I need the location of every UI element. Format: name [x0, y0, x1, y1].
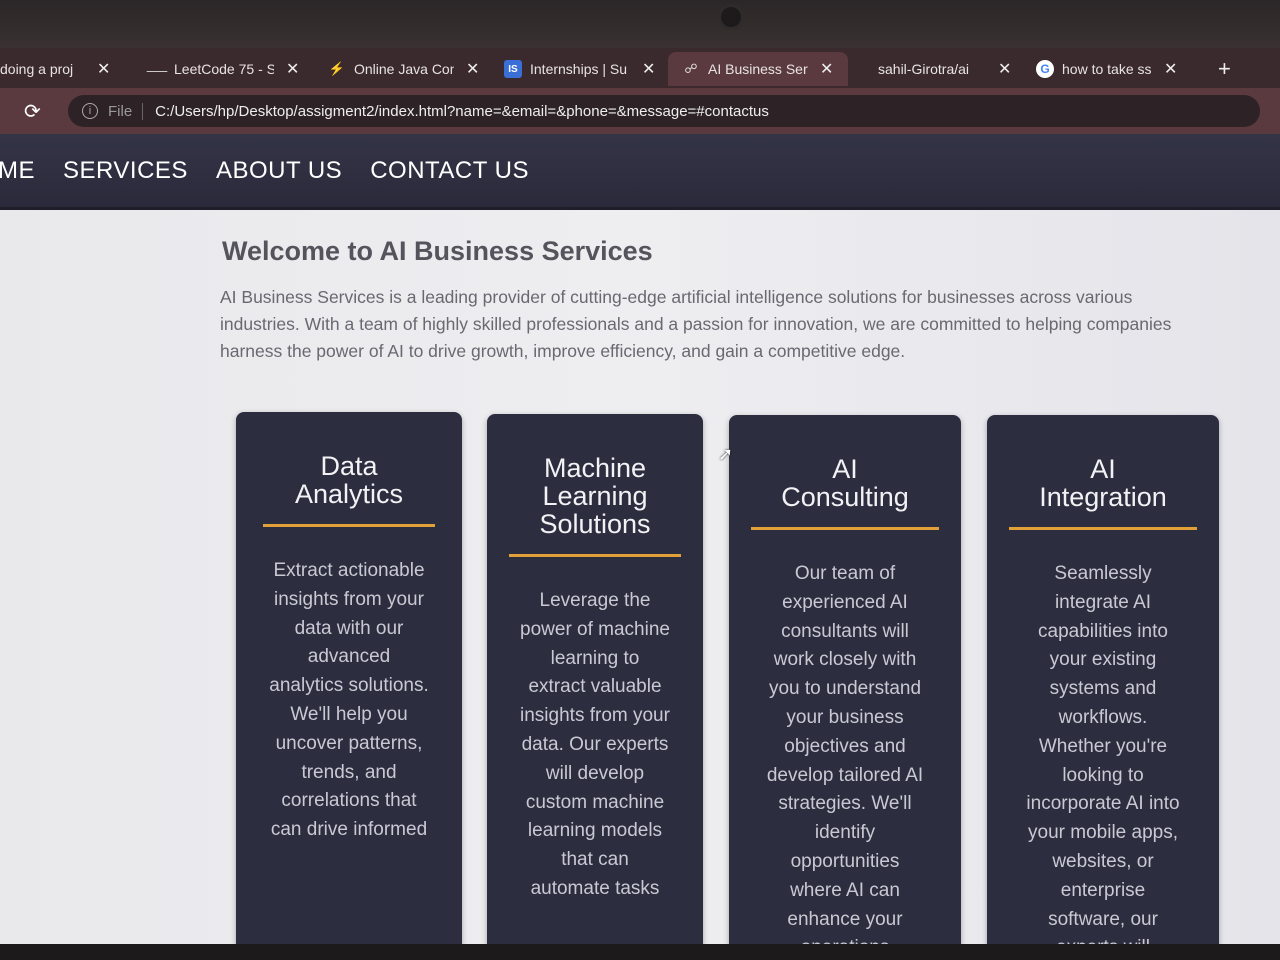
- card-divider: [751, 527, 939, 530]
- browser-tab[interactable]: ⸺ LeetCode 75 - S ✕: [130, 52, 310, 86]
- browser-tab[interactable]: ⚡ Online Java Con ✕: [310, 52, 490, 86]
- page-content: Welcome to AI Business Services AI Busin…: [0, 210, 1280, 955]
- close-icon[interactable]: ✕: [642, 59, 655, 79]
- service-card-data-analytics: Data Analytics Extract actionable insigh…: [236, 412, 462, 952]
- card-title: AI Integration: [1039, 454, 1167, 512]
- webcam: [718, 4, 744, 30]
- google-icon: G: [1036, 60, 1054, 78]
- site-navbar: ME SERVICES ABOUT US CONTACT US: [0, 134, 1280, 210]
- tab-title: Internships | Su: [530, 61, 628, 77]
- card-divider: [1009, 527, 1197, 530]
- close-icon[interactable]: ✕: [998, 59, 1011, 79]
- tab-title: sahil-Girotra/ai: [878, 61, 970, 77]
- intro-text: AI Business Services is a leading provid…: [220, 287, 1172, 361]
- card-title: AI Consulting: [781, 454, 909, 512]
- nav-home[interactable]: ME: [0, 157, 35, 185]
- close-icon[interactable]: ✕: [1164, 59, 1177, 79]
- page-title: Welcome to AI Business Services: [222, 236, 653, 266]
- service-card-machine-learning: Machine Learning Solutions Leverage the …: [487, 414, 703, 954]
- card-text: Our team of experienced AI consultants w…: [766, 563, 924, 955]
- tab-title: LeetCode 75 - S: [174, 61, 274, 77]
- close-icon[interactable]: ✕: [466, 59, 479, 79]
- card-text: Leverage the power of machine learning t…: [520, 590, 670, 899]
- tab-title: doing a proj: [0, 61, 74, 77]
- internshala-icon: IS: [504, 60, 522, 78]
- browser-tab-active[interactable]: ☍ AI Business Serv ✕: [668, 52, 848, 86]
- close-icon[interactable]: ✕: [820, 59, 833, 79]
- card-text: Extract actionable insights from your da…: [269, 560, 429, 841]
- card-text: Seamlessly integrate AI capabilities int…: [1026, 563, 1180, 955]
- service-card-ai-consulting: AI Consulting Our team of experienced AI…: [729, 415, 961, 955]
- leetcode-icon: ⸺: [146, 62, 168, 78]
- close-icon[interactable]: ✕: [97, 59, 110, 79]
- card-divider: [263, 524, 435, 527]
- laptop-bottom-bezel: [0, 944, 1280, 960]
- tab-title: Online Java Con: [354, 61, 454, 77]
- globe-icon: ☍: [684, 61, 698, 76]
- service-card-ai-integration: AI Integration Seamlessly integrate AI c…: [987, 415, 1219, 955]
- browser-tab[interactable]: G how to take ss ✕: [1028, 52, 1198, 86]
- card-divider: [509, 554, 681, 557]
- address-bar: ⟳ i File C:/Users/hp/Desktop/assigment2/…: [0, 88, 1280, 134]
- browser-tab[interactable]: doing a proj ✕: [0, 52, 130, 86]
- browser-tab[interactable]: IS Internships | Su ✕: [490, 52, 668, 86]
- mouse-cursor-icon: ➚: [718, 444, 734, 464]
- file-label: File: [108, 102, 144, 120]
- nav-about[interactable]: ABOUT US: [216, 157, 342, 185]
- nav-contact[interactable]: CONTACT US: [370, 157, 529, 185]
- nav-services[interactable]: SERVICES: [63, 157, 188, 185]
- card-title: Machine Learning Solutions: [539, 453, 651, 539]
- bolt-icon: ⚡: [328, 61, 346, 76]
- info-icon[interactable]: i: [82, 103, 98, 119]
- new-tab-icon[interactable]: +: [1218, 56, 1231, 82]
- tab-title: how to take ss: [1062, 61, 1152, 77]
- card-title: Data Analytics: [294, 451, 404, 509]
- browser-tab-strip: doing a proj ✕ ⸺ LeetCode 75 - S ✕ ⚡ Onl…: [0, 48, 1280, 90]
- url-text: C:/Users/hp/Desktop/assigment2/index.htm…: [155, 102, 769, 120]
- tab-title: AI Business Serv: [708, 61, 808, 77]
- reload-icon[interactable]: ⟳: [24, 99, 54, 124]
- url-input[interactable]: i File C:/Users/hp/Desktop/assigment2/in…: [68, 95, 1260, 127]
- laptop-bezel: [0, 0, 1280, 50]
- close-icon[interactable]: ✕: [286, 59, 299, 79]
- browser-tab[interactable]: sahil-Girotra/ai ✕: [848, 52, 1028, 86]
